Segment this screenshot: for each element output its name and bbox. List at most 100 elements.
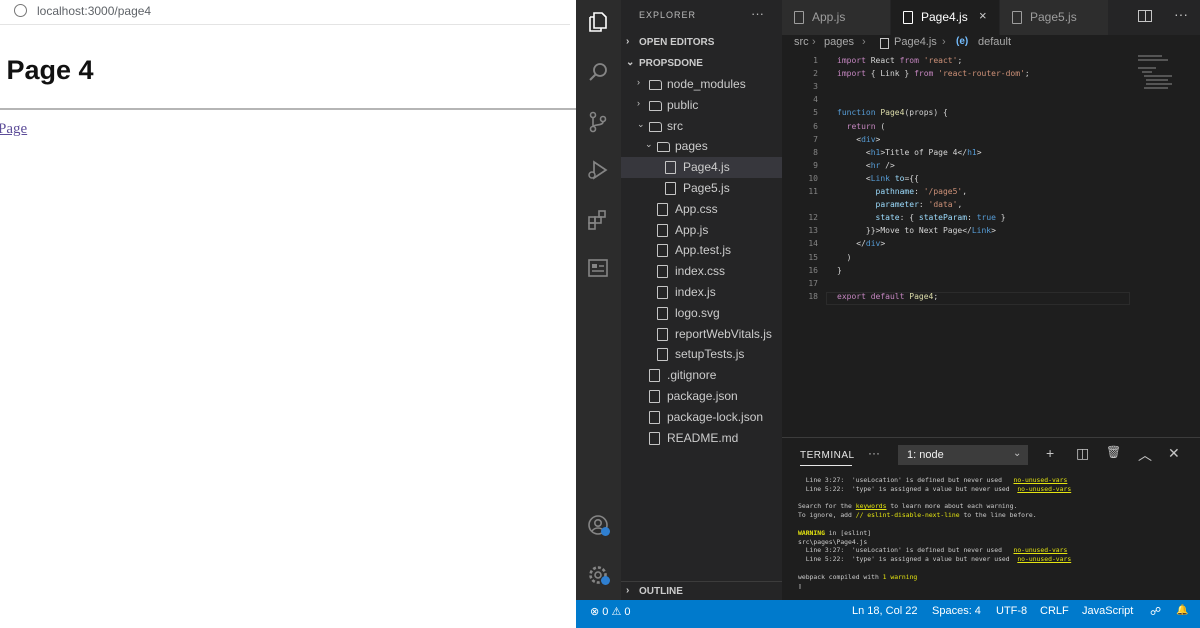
- terminal-output[interactable]: Line 3:27: 'useLocation' is defined but …: [798, 476, 1198, 601]
- outline-label: OUTLINE: [639, 586, 683, 597]
- tree-item-label: README.md: [667, 430, 739, 445]
- remote-explorer-icon[interactable]: [586, 256, 610, 280]
- code-token: h1: [967, 147, 977, 157]
- line-number: 16: [808, 265, 818, 275]
- editor-more-actions-icon[interactable]: ···: [1174, 6, 1188, 22]
- code-token: '/page5': [923, 187, 963, 196]
- eol-status[interactable]: CRLF: [1040, 605, 1069, 617]
- cursor-position[interactable]: Ln 18, Col 22: [852, 605, 917, 617]
- code-token: pathname: [875, 187, 915, 196]
- notifications-bell-icon[interactable]: 🔔: [1176, 605, 1188, 616]
- tab-terminal[interactable]: TERMINAL: [800, 450, 855, 461]
- breadcrumb-file[interactable]: Page4.js: [894, 36, 937, 48]
- tree-item-package-json[interactable]: package.json: [621, 386, 782, 407]
- tree-item-label: Page5.js: [683, 181, 730, 195]
- trash-icon[interactable]: 🗑: [1106, 445, 1121, 459]
- source-control-icon[interactable]: [586, 110, 610, 134]
- maximize-panel-icon[interactable]: ︿: [1138, 445, 1152, 465]
- url-text[interactable]: localhost:3000/page4: [37, 4, 151, 18]
- tab-app-js[interactable]: App.js: [782, 0, 891, 35]
- code-token: Link: [971, 226, 992, 236]
- terminal-selector[interactable]: 1: node ⌄: [898, 445, 1028, 465]
- tab-page5-js[interactable]: Page5.js: [1000, 0, 1109, 35]
- tab-label: App.js: [812, 10, 846, 24]
- split-terminal-icon[interactable]: ◫: [1076, 445, 1089, 462]
- tree-item-index-css[interactable]: index.css: [621, 261, 782, 282]
- tree-item-label: .gitignore: [667, 368, 717, 383]
- search-icon[interactable]: [586, 60, 610, 84]
- tree-item-page4-js[interactable]: Page4.js: [621, 157, 782, 179]
- code-token: (: [880, 121, 886, 131]
- problems-status[interactable]: ⊗ 0 ⚠ 0: [590, 605, 630, 618]
- tree-item-src[interactable]: ⌄ src: [621, 116, 782, 137]
- explorer-icon[interactable]: [586, 10, 610, 34]
- code-token: >: [880, 239, 886, 249]
- tree-item-app-css[interactable]: App.css: [621, 199, 782, 220]
- site-info-icon[interactable]: [14, 4, 27, 17]
- code-line: 6 return (: [782, 122, 1136, 135]
- breadcrumb-pages[interactable]: pages: [824, 36, 854, 48]
- move-to-next-page-link[interactable]: Page: [0, 121, 27, 138]
- line-number: 4: [813, 95, 818, 105]
- split-editor-icon[interactable]: [1138, 10, 1152, 22]
- code-token: div: [865, 239, 881, 249]
- line-number: 5: [813, 108, 818, 118]
- breadcrumb-separator: ›: [812, 36, 816, 48]
- new-terminal-icon[interactable]: +: [1046, 445, 1054, 461]
- breadcrumb-symbol[interactable]: default: [978, 36, 1011, 48]
- tree-item-readme-md[interactable]: README.md: [621, 428, 782, 449]
- terminal-text: // eslint-disable-next-line: [855, 511, 960, 520]
- tree-item-pages[interactable]: ⌄ pages: [621, 136, 782, 157]
- code-line: 2 import { Link } from 'react-router-dom'…: [782, 69, 1136, 82]
- chevron-right-icon: ›: [637, 77, 640, 87]
- terminal-line: src\pages\Page4.js: [798, 538, 867, 546]
- code-token: 'react-router-dom': [938, 69, 1025, 79]
- terminal-text: no-unused-vars: [1017, 484, 1072, 493]
- code-editor[interactable]: 1 import React from 'react'; 2 import { Lin…: [782, 53, 1136, 303]
- tree-item-setuptests-js[interactable]: setupTests.js: [621, 344, 782, 365]
- explorer-more-actions-icon[interactable]: ···: [751, 6, 764, 21]
- tree-item-logo-svg[interactable]: logo.svg: [621, 303, 782, 324]
- breadcrumb-src[interactable]: src: [794, 36, 809, 48]
- address-bar[interactable]: localhost:3000/page4: [0, 0, 570, 25]
- line-number: 15: [808, 252, 818, 262]
- terminal-line: Line 3:27: 'useLocation' is defined but …: [798, 476, 1068, 484]
- tree-item-app-js[interactable]: App.js: [621, 220, 782, 241]
- file-icon: [657, 223, 668, 237]
- close-panel-icon[interactable]: ✕: [1168, 445, 1180, 462]
- tree-item-package-lock-json[interactable]: package-lock.json: [621, 407, 782, 428]
- indentation-status[interactable]: Spaces: 4: [932, 605, 981, 617]
- code-token: 'react': [923, 56, 958, 65]
- tree-item-label: App.css: [675, 201, 718, 216]
- code-token: }: [995, 213, 1006, 223]
- terminal-text: Line 5:22: 'type' is assigned a value bu…: [798, 555, 1018, 564]
- code-token: >: [976, 147, 982, 157]
- open-editors-section[interactable]: › OPEN EDITORS: [621, 33, 782, 53]
- feedback-icon[interactable]: ☍: [1150, 605, 1161, 618]
- encoding-status[interactable]: UTF-8: [996, 605, 1027, 617]
- panel-more-icon[interactable]: ···: [868, 446, 880, 460]
- tree-item-index-js[interactable]: index.js: [621, 282, 782, 303]
- run-debug-icon[interactable]: [586, 158, 610, 182]
- tree-item-app-test-js[interactable]: App.test.js: [621, 240, 782, 261]
- code-token: <: [837, 134, 862, 144]
- tree-item-label: index.js: [675, 285, 716, 299]
- file-icon: [657, 286, 668, 299]
- tab-page4-js[interactable]: Page4.js ×: [891, 0, 1000, 35]
- close-tab-icon[interactable]: ×: [979, 8, 987, 23]
- tree-item-label: logo.svg: [675, 305, 720, 320]
- language-mode[interactable]: JavaScript: [1082, 605, 1133, 617]
- code-text: parameter: 'data',: [837, 200, 963, 209]
- code-line: parameter: 'data',: [782, 200, 1136, 213]
- tree-item-gitignore[interactable]: .gitignore: [621, 365, 782, 386]
- tree-item-public[interactable]: › public: [621, 95, 782, 116]
- project-section[interactable]: ⌄ PROPSDONE: [621, 54, 782, 74]
- extensions-icon[interactable]: [586, 208, 610, 232]
- tree-item-page5-js[interactable]: Page5.js: [621, 178, 782, 199]
- code-text: <hr />: [837, 161, 895, 170]
- outline-section[interactable]: › OUTLINE: [621, 581, 782, 602]
- tree-item-node-modules[interactable]: › node_modules: [621, 74, 782, 95]
- minimap[interactable]: [1138, 53, 1188, 93]
- tree-item-reportwebvitals-js[interactable]: reportWebVitals.js: [621, 324, 782, 345]
